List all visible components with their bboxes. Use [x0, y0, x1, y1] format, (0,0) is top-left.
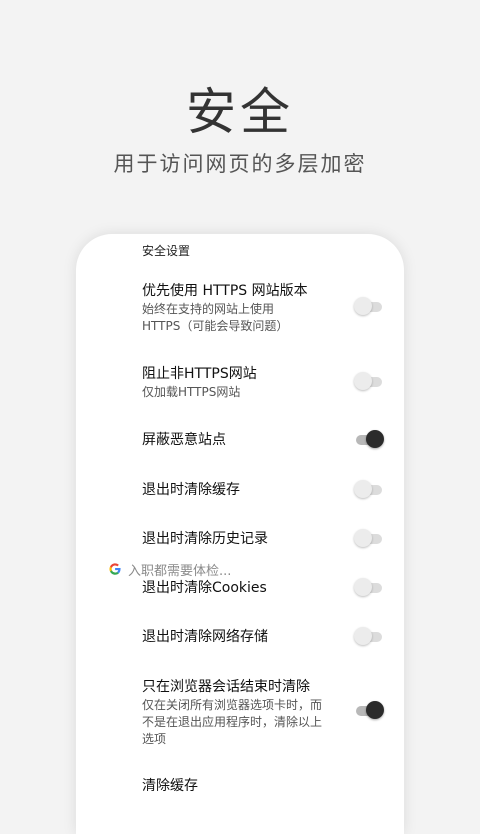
- setting-title: 只在浏览器会话结束时清除: [142, 679, 310, 695]
- setting-title: 退出时清除Cookies: [142, 580, 267, 596]
- toggle-thumb: [354, 578, 372, 596]
- google-icon: [109, 563, 121, 575]
- toggle-block-malicious[interactable]: [356, 429, 384, 451]
- setting-row-block-non-https[interactable]: 阻止非HTTPS网站 仅加载HTTPS网站: [142, 365, 382, 401]
- toggle-clear-webstorage-exit[interactable]: [354, 626, 384, 648]
- hero-subtitle: 用于访问网页的多层加密: [113, 152, 367, 176]
- toggle-thumb: [354, 627, 372, 645]
- toggle-thumb: [366, 430, 384, 448]
- setting-description: 仅在关闭所有浏览器选项卡时，而不是在退出应用程序时，清除以上选项: [142, 698, 323, 746]
- setting-description: 始终在支持的网站上使用 HTTPS（可能会导致问题）: [142, 302, 289, 333]
- setting-row-prefer-https[interactable]: 优先使用 HTTPS 网站版本 始终在支持的网站上使用 HTTPS（可能会导致问…: [142, 282, 382, 335]
- setting-title: 退出时清除缓存: [142, 482, 240, 498]
- search-suggestion-text: 入职都需要体检...: [128, 563, 232, 579]
- section-title: 安全设置: [142, 244, 191, 258]
- toggle-thumb: [354, 297, 372, 315]
- setting-row-clear-cache[interactable]: 清除缓存: [142, 777, 382, 795]
- toggle-block-non-https[interactable]: [354, 371, 384, 393]
- setting-row-clear-on-session-end[interactable]: 只在浏览器会话结束时清除 仅在关闭所有浏览器选项卡时，而不是在退出应用程序时，清…: [142, 678, 382, 748]
- toggle-thumb: [366, 701, 384, 719]
- toggle-clear-cache-exit[interactable]: [354, 479, 384, 501]
- phone-mockup: 安全设置 优先使用 HTTPS 网站版本 始终在支持的网站上使用 HTTPS（可…: [76, 234, 404, 834]
- setting-title: 退出时清除网络存储: [142, 629, 268, 645]
- setting-row-clear-cookies-exit[interactable]: 退出时清除Cookies: [142, 579, 382, 597]
- setting-row-clear-webstorage-exit[interactable]: 退出时清除网络存储: [142, 628, 382, 646]
- toggle-thumb: [354, 529, 372, 547]
- toggle-clear-cookies-exit[interactable]: [354, 577, 384, 599]
- toggle-thumb: [354, 372, 372, 390]
- setting-description: 仅加载HTTPS网站: [142, 385, 241, 399]
- setting-row-clear-cache-exit[interactable]: 退出时清除缓存: [142, 481, 382, 499]
- hero-title: 安全: [186, 83, 294, 141]
- toggle-clear-on-session-end[interactable]: [356, 700, 384, 722]
- setting-title: 清除缓存: [142, 778, 198, 794]
- toggle-clear-history-exit[interactable]: [354, 528, 384, 550]
- setting-row-clear-history-exit[interactable]: 退出时清除历史记录: [142, 530, 382, 548]
- setting-row-block-malicious[interactable]: 屏蔽恶意站点: [142, 431, 382, 449]
- google-search-suggestion[interactable]: 入职都需要体检...: [108, 560, 232, 579]
- toggle-thumb: [354, 480, 372, 498]
- setting-title: 退出时清除历史记录: [142, 531, 268, 547]
- setting-title: 优先使用 HTTPS 网站版本: [142, 283, 308, 299]
- toggle-prefer-https[interactable]: [354, 296, 384, 318]
- setting-title: 屏蔽恶意站点: [142, 432, 226, 448]
- setting-title: 阻止非HTTPS网站: [142, 366, 257, 382]
